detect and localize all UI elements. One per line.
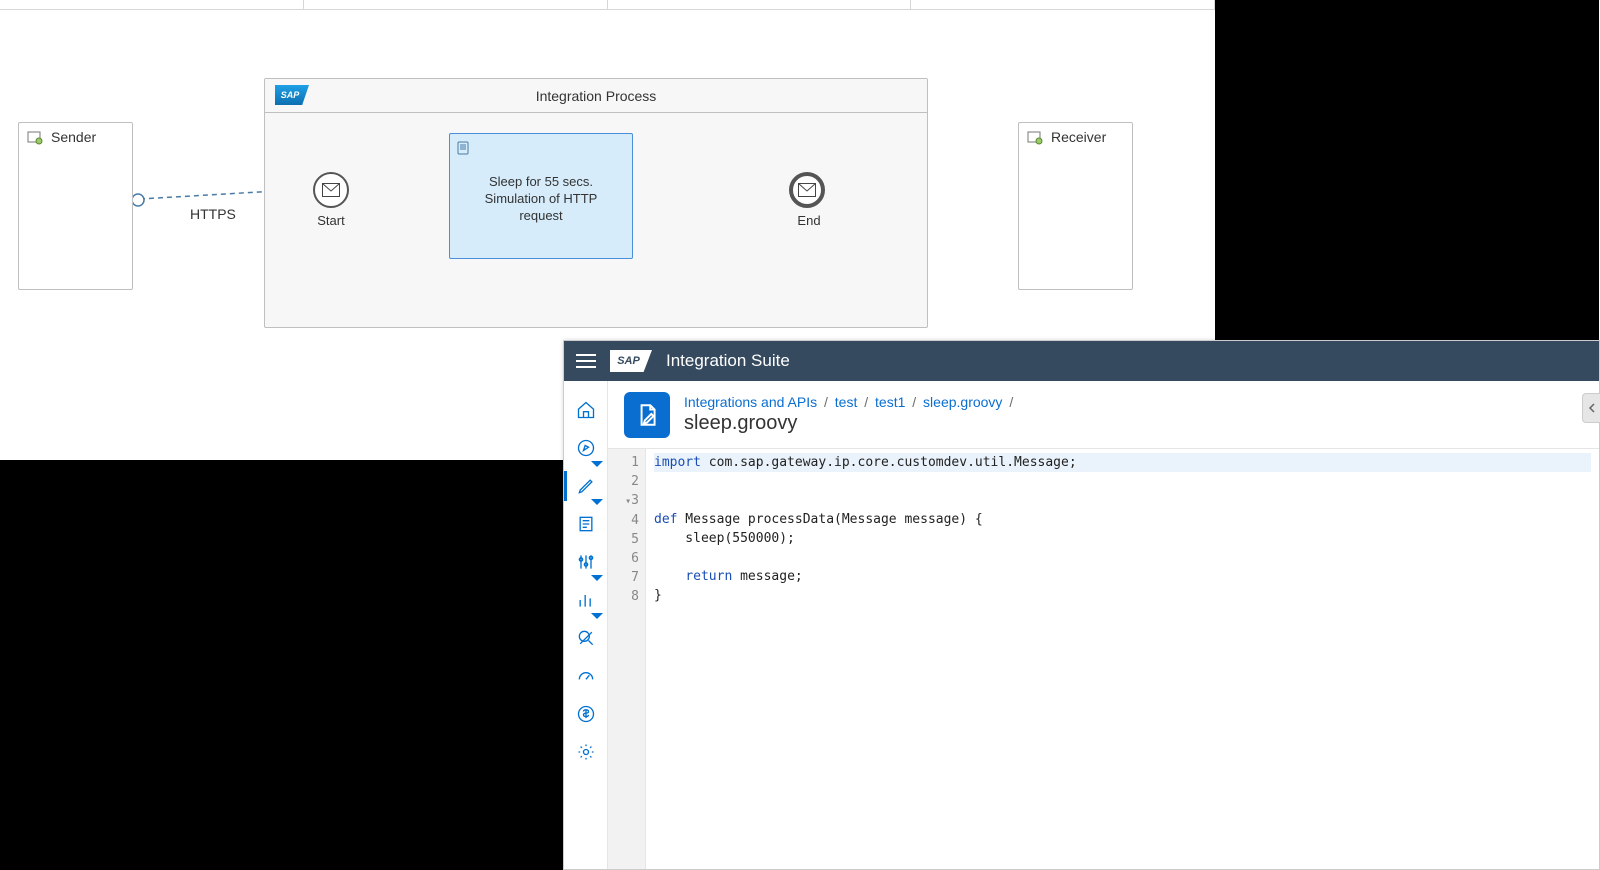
pencil-icon [576, 476, 596, 496]
breadcrumb-link-root[interactable]: Integrations and APIs [684, 394, 817, 410]
search-off-icon [576, 628, 596, 648]
participant-icon [27, 129, 43, 145]
end-event[interactable] [789, 172, 825, 208]
gear-icon [576, 742, 596, 762]
end-event-label: End [769, 213, 849, 228]
side-nav-rail [564, 381, 608, 869]
document-edit-icon [634, 402, 660, 428]
nav-operate[interactable] [564, 657, 608, 695]
script-task[interactable]: Sleep for 55 secs. Simulation of HTTP re… [449, 133, 633, 259]
script-task-text: Sleep for 55 secs. Simulation of HTTP re… [458, 174, 624, 225]
breadcrumb-link-seg1[interactable]: test [835, 394, 858, 410]
participant-icon [1027, 129, 1043, 145]
nav-inspect[interactable] [564, 619, 608, 657]
nav-test[interactable] [564, 505, 608, 543]
suite-header: SAP Integration Suite [564, 341, 1599, 381]
envelope-icon [322, 183, 340, 197]
editor-content[interactable]: import com.sap.gateway.ip.core.customdev… [646, 449, 1599, 869]
integration-suite-window: SAP Integration Suite [563, 340, 1600, 870]
receiver-label: Receiver [1051, 129, 1106, 145]
breadcrumb-link-seg2[interactable]: test1 [875, 394, 905, 410]
home-icon [576, 400, 596, 420]
compass-icon [576, 438, 596, 458]
bar-chart-icon [576, 590, 596, 610]
start-event[interactable] [313, 172, 349, 208]
dollar-icon [576, 704, 596, 724]
connector-label-https[interactable]: HTTPS [190, 206, 236, 222]
envelope-icon [798, 183, 816, 197]
sender-label: Sender [51, 129, 96, 145]
breadcrumb-bar: Integrations and APIs / test / test1 / s… [608, 381, 1599, 449]
collapse-right-panel-button[interactable] [1582, 393, 1600, 423]
pool-header: SAP Integration Process [265, 79, 927, 113]
script-icon [456, 140, 472, 156]
sliders-icon [576, 552, 596, 572]
sap-logo-icon: SAP [610, 350, 652, 372]
breadcrumb-link-seg3[interactable]: sleep.groovy [923, 394, 1002, 410]
integration-process-pool[interactable]: SAP Integration Process Start Sleep for … [264, 78, 928, 328]
top-ruler [0, 0, 1215, 10]
nav-settings[interactable] [564, 733, 608, 771]
breadcrumb: Integrations and APIs / test / test1 / s… [684, 394, 1016, 410]
form-icon [576, 514, 596, 534]
chevron-left-icon [1587, 403, 1597, 413]
editor-gutter: 1 2 ▾3 4 5 6 7 8 [608, 449, 646, 869]
suite-title: Integration Suite [666, 351, 790, 371]
pool-title: Integration Process [265, 88, 927, 104]
hamburger-menu-button[interactable] [576, 354, 596, 368]
gauge-icon [576, 666, 596, 686]
nav-monetize[interactable] [564, 695, 608, 733]
page-title: sleep.groovy [684, 412, 1016, 435]
participant-receiver[interactable]: Receiver [1018, 122, 1133, 290]
file-type-icon [624, 392, 670, 438]
participant-sender[interactable]: Sender [18, 122, 133, 290]
code-editor[interactable]: 1 2 ▾3 4 5 6 7 8 import com.sap.gateway.… [608, 449, 1599, 869]
start-event-label: Start [291, 213, 371, 228]
nav-home[interactable] [564, 391, 608, 429]
panel-black-bottom-left [0, 460, 563, 870]
